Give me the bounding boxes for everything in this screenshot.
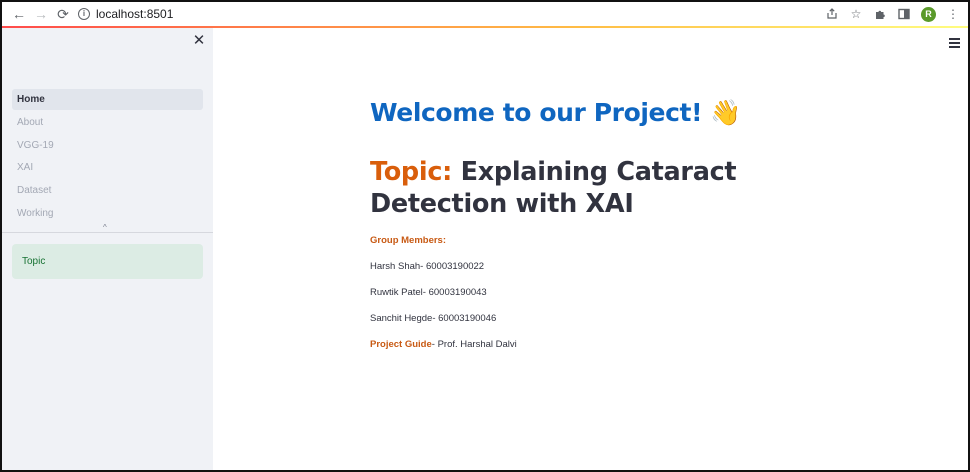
welcome-text: Welcome to our Project! <box>370 98 703 127</box>
url-text: localhost:8501 <box>96 7 174 21</box>
share-icon[interactable] <box>825 7 839 21</box>
main-content: Welcome to our Project! 👋 Topic: Explaini… <box>213 28 968 470</box>
forward-icon[interactable]: → <box>30 3 52 25</box>
sidebar-item-dataset[interactable]: Dataset <box>12 180 203 201</box>
waving-hand-icon: 👋 <box>710 98 741 127</box>
sidebar-item-xai[interactable]: XAI <box>12 157 203 178</box>
welcome-heading: Welcome to our Project! 👋 <box>370 98 741 128</box>
member-item: Sanchit Hegde- 60003190046 <box>370 313 497 324</box>
browser-actions: ☆ R ⋮ <box>825 4 960 24</box>
extensions-icon[interactable] <box>873 7 887 21</box>
info-icon[interactable]: i <box>78 8 90 20</box>
topic-info-box: Topic <box>12 244 203 279</box>
sidebar-item-about[interactable]: About <box>12 112 203 133</box>
project-guide: Project Guide- Prof. Harshal Dalvi <box>370 339 517 350</box>
sidebar-nav: Home About VGG-19 XAI Dataset Working <box>12 89 203 226</box>
topic-heading: Topic: Explaining Cataract Detection wit… <box>370 156 840 220</box>
sidebar-item-working[interactable]: Working <box>12 203 203 224</box>
sidebar-item-home[interactable]: Home <box>12 89 203 110</box>
address-bar[interactable]: i localhost:8501 <box>72 4 932 24</box>
reload-icon[interactable]: ⟳ <box>52 3 74 25</box>
back-icon[interactable]: ← <box>8 3 30 25</box>
sidebar-divider <box>2 232 213 233</box>
profile-avatar[interactable]: R <box>921 6 936 22</box>
side-panel-icon[interactable] <box>897 7 911 21</box>
guide-label: Project Guide <box>370 339 432 350</box>
sidebar-item-vgg19[interactable]: VGG-19 <box>12 135 203 156</box>
close-sidebar-icon[interactable]: ✕ <box>192 33 206 48</box>
member-item: Ruwtik Patel- 60003190043 <box>370 287 487 298</box>
browser-window: ← → ⟳ i localhost:8501 ☆ R ⋮ ✕ Home Abou… <box>0 0 970 472</box>
kebab-menu-icon[interactable]: ⋮ <box>946 7 960 21</box>
chevron-up-icon[interactable]: ^ <box>103 223 107 232</box>
browser-toolbar: ← → ⟳ i localhost:8501 ☆ R ⋮ <box>2 2 968 26</box>
group-members-label: Group Members: <box>370 235 447 246</box>
topic-label: Topic: <box>370 157 453 187</box>
sidebar: ✕ Home About VGG-19 XAI Dataset Working … <box>2 28 213 470</box>
member-item: Harsh Shah- 60003190022 <box>370 261 485 272</box>
star-icon[interactable]: ☆ <box>849 7 863 21</box>
guide-name: - Prof. Harshal Dalvi <box>431 339 517 350</box>
hamburger-menu-icon[interactable] <box>949 38 960 50</box>
